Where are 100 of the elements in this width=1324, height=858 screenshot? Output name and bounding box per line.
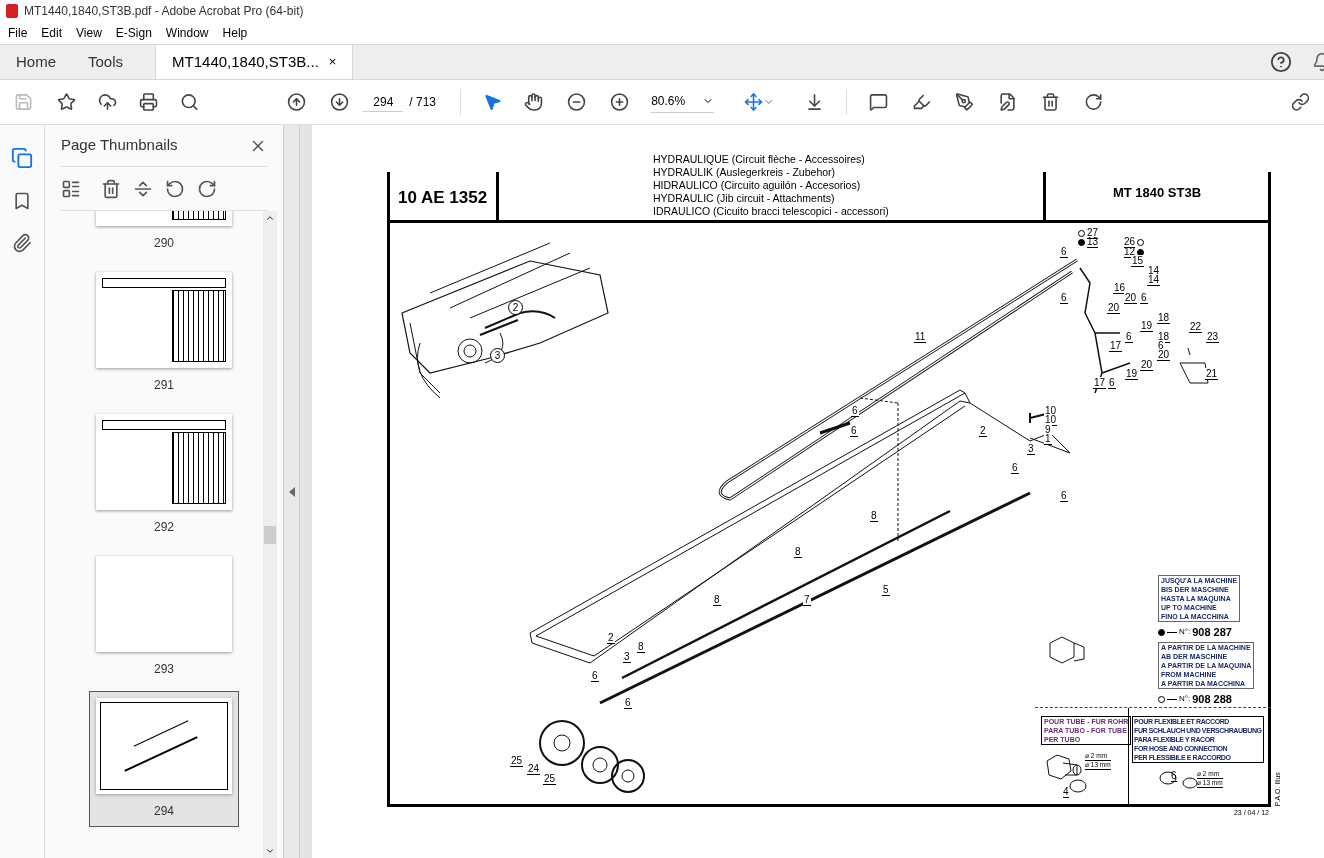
previous-page-icon[interactable] [287,92,307,112]
part-number: 6 [1171,770,1177,782]
scroll-down-icon[interactable] [265,846,275,856]
comment-icon[interactable] [868,92,888,112]
app-icon [6,4,18,18]
menu-item[interactable]: E-Sign [115,24,152,42]
bookmark-icon[interactable] [12,191,32,211]
close-tab-button[interactable]: × [328,52,337,72]
section-title: HYDRAULIK (Auslegerkreis - Zubehor) [653,166,837,179]
section-title: HIDRAULICO (Circuito aguilón - Accesorios) [653,179,862,192]
part-number: 8 [870,510,878,522]
tab[interactable]: Home [0,45,72,79]
part-number: 6 [1108,377,1116,389]
page-number: 293 [153,661,175,678]
part-number: 2 [508,300,523,315]
page-number: 290 [153,235,175,252]
help-icon[interactable] [1270,51,1292,73]
link-icon[interactable] [1290,92,1310,112]
part-number: 16 [1113,282,1127,294]
part-number: 8 [794,546,802,558]
scroll-thumb[interactable] [264,525,276,544]
scroll-up-icon[interactable] [265,213,275,223]
page-number: 292 [153,519,175,536]
scrollbar[interactable] [263,211,277,858]
page-thumbnail[interactable]: 293 [89,549,239,685]
part-number: 6 [850,425,858,437]
part-number: 7 [803,594,811,606]
part-number: 6 [851,405,859,417]
part-number: 24 [527,763,541,775]
tab[interactable]: MT1440,1840,ST3B... × [155,45,354,79]
page-number: 291 [153,377,175,394]
nut-drawing [1043,753,1083,783]
part-number: 19 [1140,320,1154,332]
fit-page-icon[interactable] [744,92,764,112]
printer-icon[interactable] [139,92,159,112]
page-thumbnail[interactable]: 290 [89,211,239,259]
serial-number: 908 288 [1192,692,1232,707]
highlighter-icon[interactable] [911,92,931,112]
menu-item[interactable]: Window [165,24,209,42]
page-thumbnail[interactable]: 292 [89,407,239,543]
panel-title: Page Thumbnails [61,135,178,156]
part-number: 14 [1147,265,1161,277]
part-number: 2 [979,425,987,437]
menu-item[interactable]: Edit [41,24,63,42]
part-number: 6 [1060,292,1068,304]
part-number: 25 [510,755,524,767]
menu-item[interactable]: File [8,24,28,42]
number-prefix: N°: [1179,626,1191,639]
page-number-field[interactable]: 294 [363,92,404,112]
page-thumbnail[interactable]: 291 [89,265,239,401]
part-number: 6 [1011,462,1019,474]
part-number: 6 [1140,292,1148,304]
star-icon[interactable] [57,92,77,112]
zoom-out-icon[interactable] [567,92,587,112]
menu-item[interactable]: View [76,24,102,42]
part-number: 15 [1131,255,1145,267]
part-number: 8 [637,641,645,653]
rotate-right-icon[interactable] [197,178,217,199]
part-number: 10 [1044,414,1058,426]
pen-icon[interactable] [954,92,974,112]
part-number: 14 [1147,274,1161,286]
serial-number: 908 287 [1192,625,1232,640]
part-number: 10 [1044,405,1058,417]
page-number: 294 [153,803,175,820]
edit-document-icon[interactable] [997,92,1017,112]
trash-icon[interactable] [1040,92,1060,112]
part-number: 19 [1125,368,1139,380]
part-number: 23 [1206,331,1220,343]
part-number: 8 [713,594,721,606]
zoom-in-icon[interactable] [610,92,630,112]
part-number: 20 [1140,359,1154,371]
rotate-left-icon[interactable] [165,178,185,199]
tab[interactable]: Tools [72,45,140,79]
section-title: HYDRAULIC (Jib circuit - Attachments) [653,192,836,205]
part-number: 17 [1093,377,1107,389]
page-thumbnail[interactable]: 294 [89,691,239,827]
part-number: 6 [591,670,599,682]
menu-item[interactable]: Help [222,24,248,42]
pages-icon[interactable] [11,147,33,169]
hand-icon[interactable] [524,92,544,112]
part-number: 20 [1107,302,1121,314]
cloud-upload-icon[interactable] [98,92,118,112]
paperclip-icon[interactable] [12,233,32,253]
search-icon[interactable] [180,92,200,112]
hose-clamp-drawing [1181,774,1199,790]
pointer-icon[interactable] [483,92,503,112]
number-prefix: N°: [1179,693,1191,706]
model-box: MT 1840 ST3B [1043,172,1271,220]
part-number: 18 [1157,312,1171,324]
part-number: 18 [1157,331,1171,343]
part-number: 6 [1060,490,1068,502]
zoom-dropdown[interactable]: 80.6% [651,91,715,113]
part-number: 6 [1125,331,1133,343]
collapse-icon[interactable] [288,486,295,497]
window-title: MT1440,1840,ST3B.pdf - Adobe Acrobat Pro (64-bit) [24,3,304,20]
rotate-icon[interactable] [1083,92,1103,112]
part-number: 3 [490,348,505,363]
next-page-icon[interactable] [330,92,350,112]
options-icon[interactable] [61,178,81,199]
trash-icon[interactable] [101,178,121,199]
